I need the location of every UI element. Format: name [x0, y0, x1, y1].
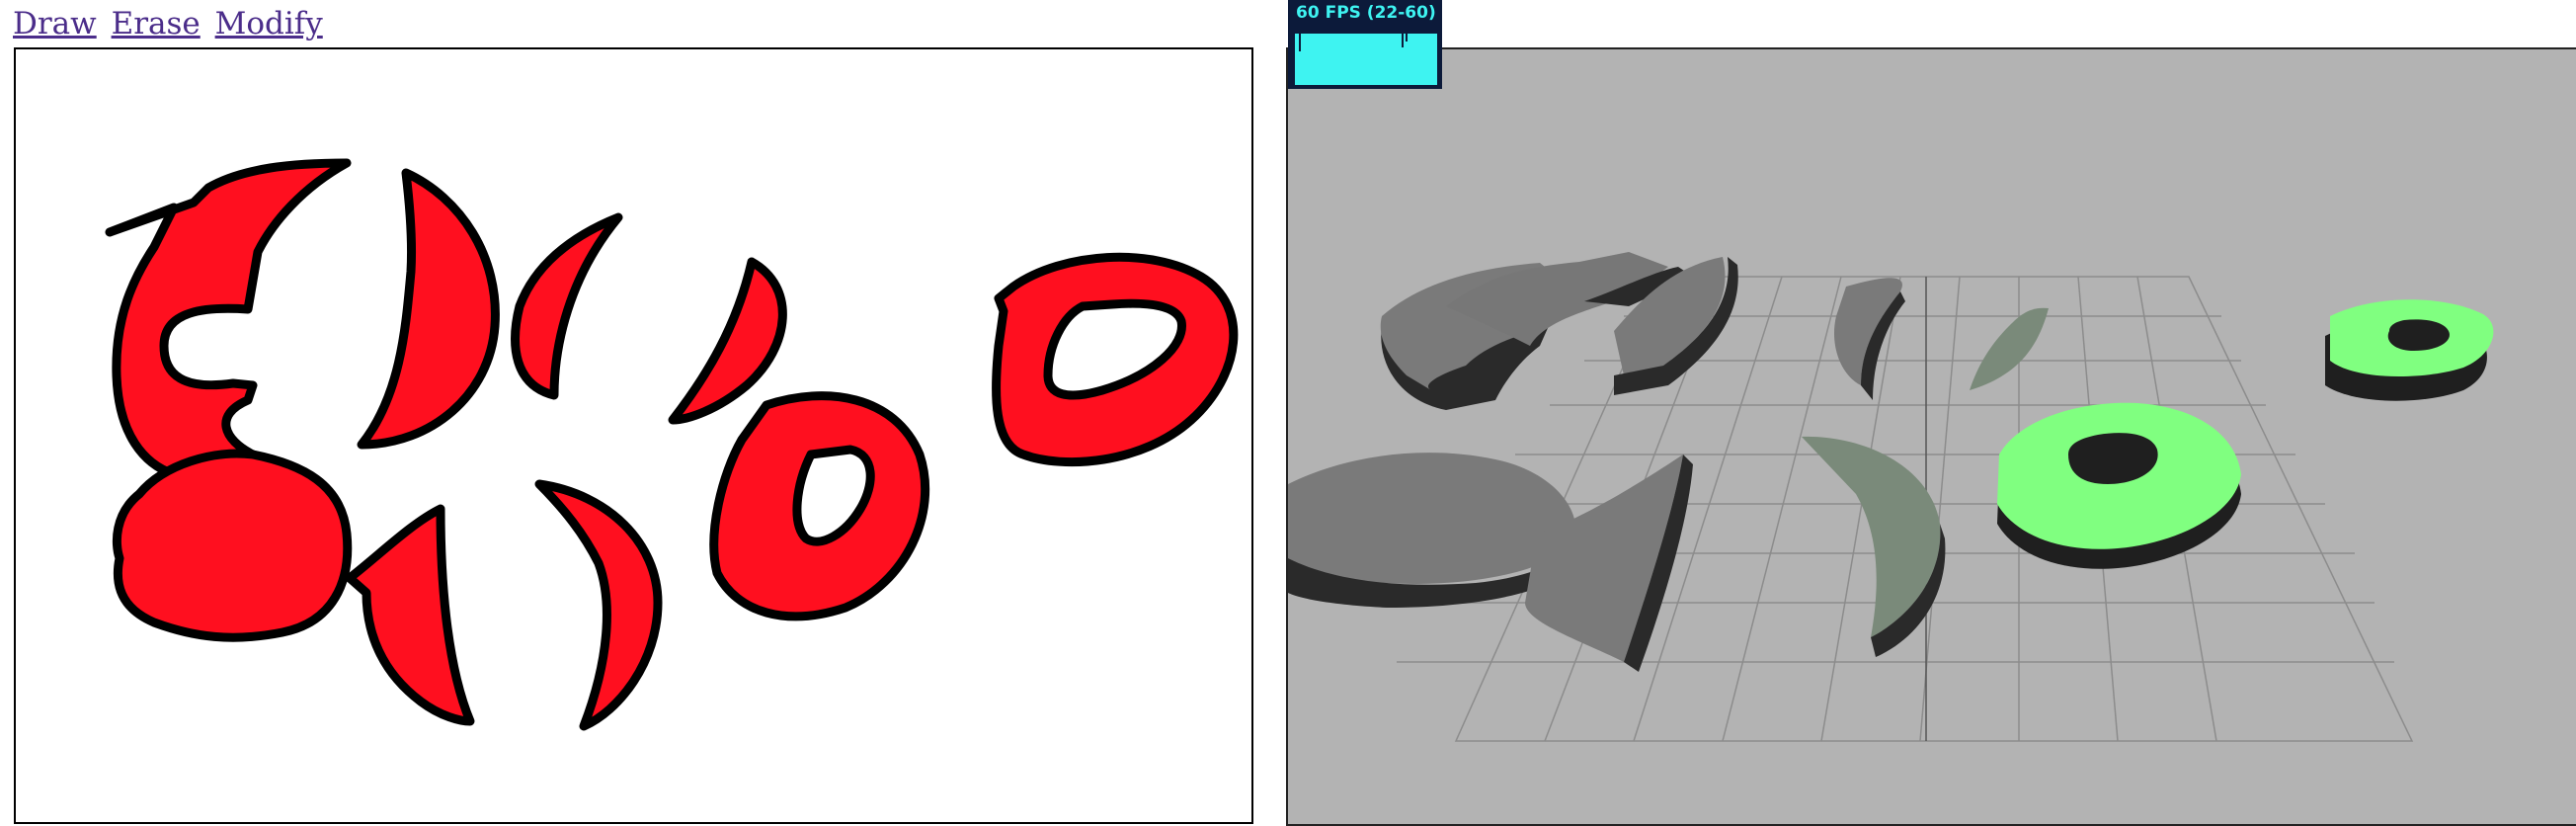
- drawn-shape-crescent-3: [668, 257, 787, 425]
- erase-mode-link[interactable]: Erase: [112, 6, 201, 41]
- drawn-shape-ring-1: [992, 252, 1239, 467]
- drawing-canvas[interactable]: [14, 47, 1253, 824]
- drawing-canvas-svg: [105, 158, 1239, 731]
- fps-graph-svg: [1295, 28, 1437, 51]
- drawn-shape-hook: [105, 158, 352, 485]
- 3d-viewport-svg: [1288, 252, 2494, 742]
- drawn-shape-blob: [112, 449, 353, 642]
- draw-mode-link[interactable]: Draw: [13, 6, 97, 41]
- mode-toolbar: Draw Erase Modify: [13, 6, 328, 41]
- drawn-shape-crescent-4: [534, 479, 663, 731]
- fps-graph: [1295, 28, 1437, 85]
- fps-meter: 60 FPS (22-60): [1288, 0, 1442, 89]
- extruded-shapes-green: [1997, 299, 2494, 569]
- 3d-viewport[interactable]: [1286, 47, 2576, 826]
- extruded-shapes-gray: [1288, 252, 2049, 672]
- drawn-shape-fin: [345, 504, 475, 726]
- drawn-shape-crescent-2: [511, 212, 623, 400]
- fps-text: 60 FPS (22-60): [1296, 3, 1436, 23]
- modify-mode-link[interactable]: Modify: [215, 6, 323, 41]
- drawn-shape-crescent-1: [357, 168, 500, 450]
- drawn-shape-ring-2: [709, 391, 930, 621]
